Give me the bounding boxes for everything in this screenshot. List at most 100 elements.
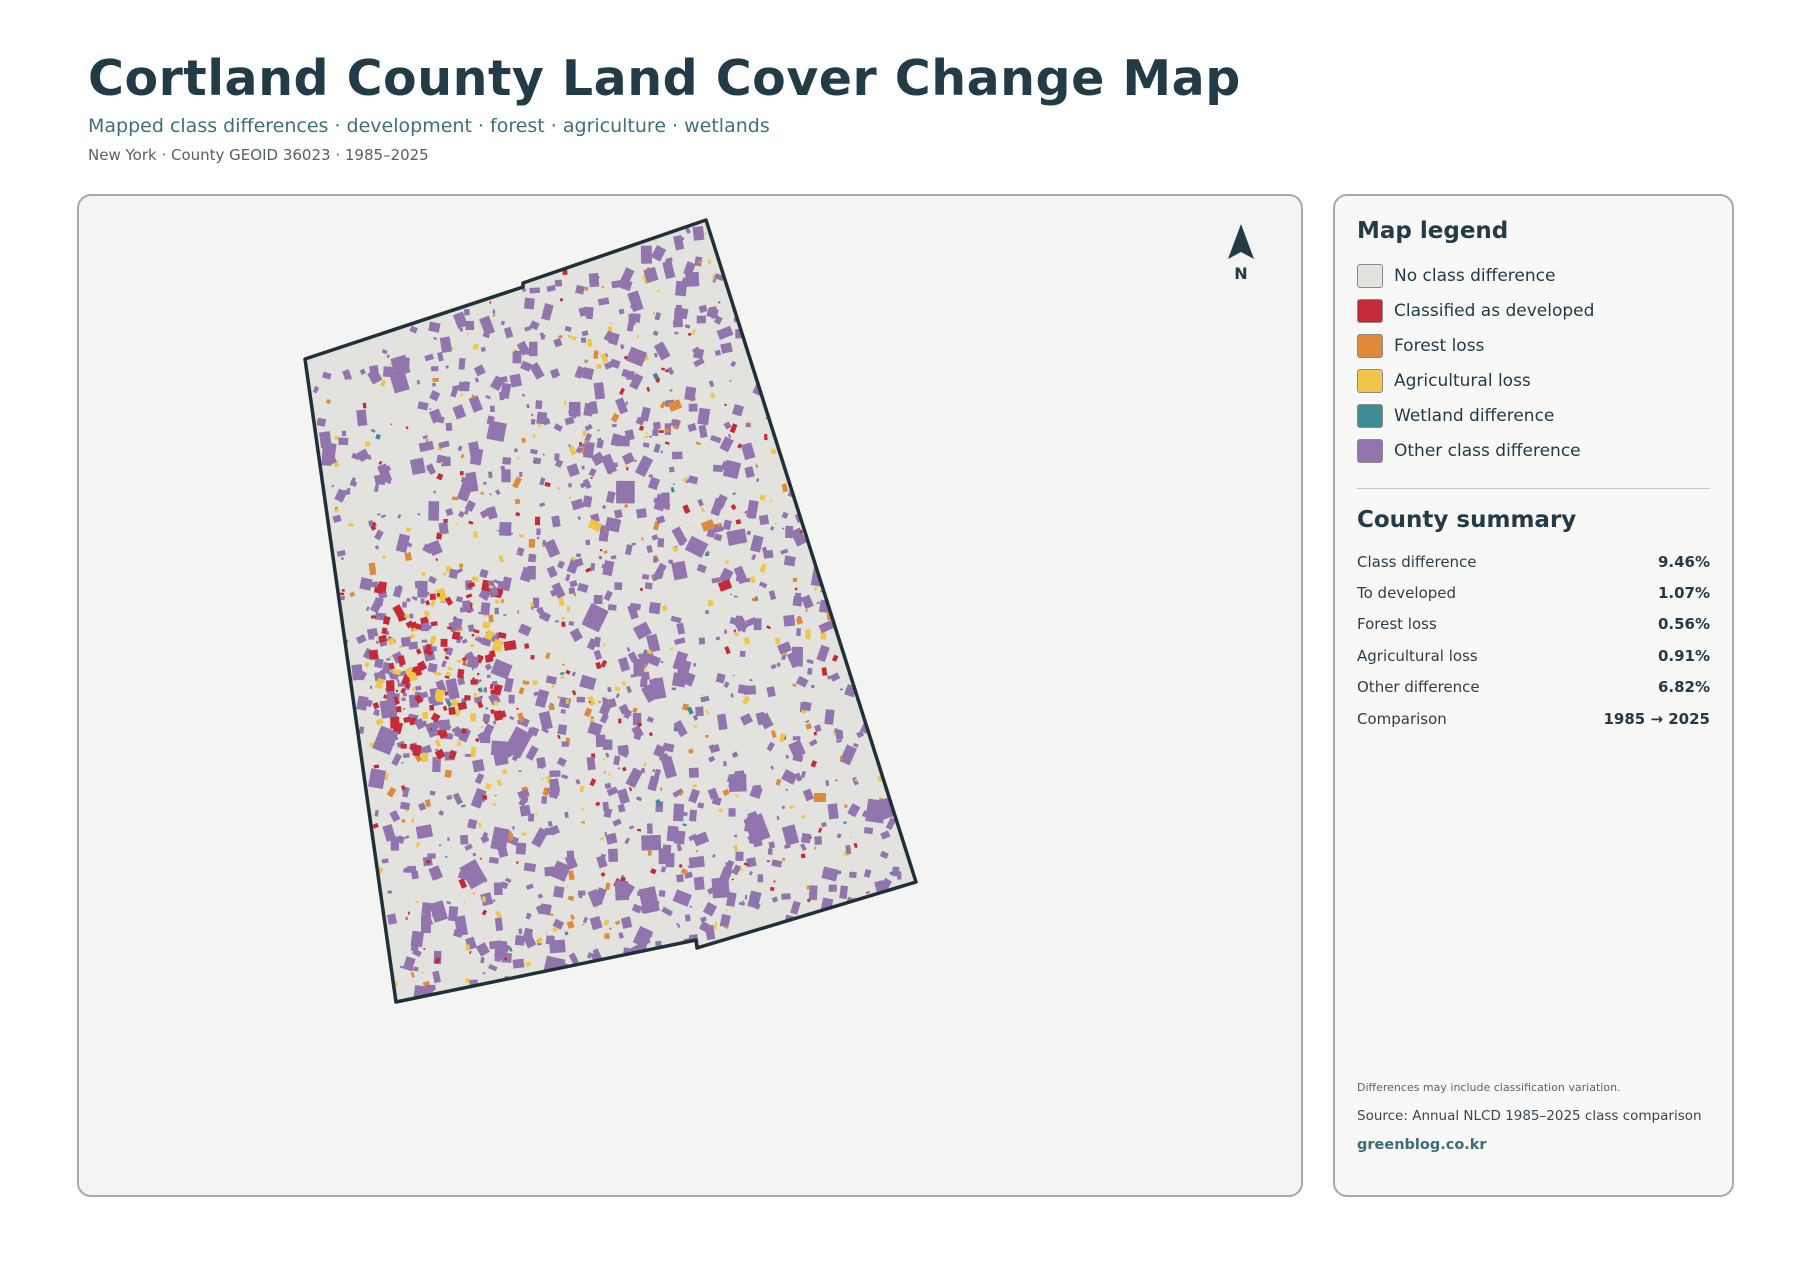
change-patch	[827, 675, 831, 680]
change-patch	[735, 851, 744, 861]
change-patch	[431, 646, 437, 652]
change-patch	[379, 699, 398, 719]
change-patch	[538, 423, 541, 427]
change-patch	[470, 713, 476, 722]
summary-title: County summary	[1357, 507, 1577, 533]
change-patch	[641, 834, 662, 851]
legend-swatch	[1357, 333, 1383, 358]
change-patch	[437, 730, 444, 736]
change-patch	[471, 758, 485, 773]
change-patch	[459, 471, 464, 476]
change-patch	[572, 557, 576, 561]
change-patch	[386, 680, 395, 692]
change-patch	[792, 577, 798, 582]
change-patch	[429, 408, 432, 410]
county-map[interactable]	[79, 196, 1303, 1197]
change-patch	[650, 575, 654, 578]
change-patch	[688, 855, 705, 869]
change-patch	[368, 768, 387, 790]
change-patch	[698, 637, 706, 645]
legend-title: Map legend	[1357, 218, 1509, 244]
change-patch	[813, 731, 817, 736]
side-panel: Map legend No class difference Classifie…	[1333, 194, 1734, 1197]
change-patch	[576, 696, 586, 703]
map-panel[interactable]: N	[77, 194, 1303, 1197]
change-patch	[318, 431, 332, 449]
site-link[interactable]: greenblog.co.kr	[1357, 1137, 1722, 1153]
change-patch	[785, 754, 789, 759]
change-patch	[626, 370, 635, 381]
change-patch	[429, 593, 436, 600]
change-patch	[421, 752, 429, 762]
change-patch	[693, 876, 705, 891]
change-patch	[426, 643, 430, 646]
change-patch	[743, 542, 746, 545]
change-patch	[728, 808, 736, 817]
change-patch	[527, 553, 537, 563]
change-patch	[516, 707, 519, 710]
change-patch	[530, 654, 535, 660]
change-patch	[676, 874, 684, 883]
summary-row-to-developed: To developed 1.07%	[1357, 584, 1710, 603]
change-patch	[576, 553, 581, 557]
change-patch	[445, 855, 448, 858]
change-patch	[645, 432, 649, 435]
change-patch	[545, 932, 548, 934]
change-patch	[561, 621, 566, 628]
change-patch	[628, 313, 636, 325]
change-patch	[784, 525, 794, 539]
change-patch	[666, 825, 679, 842]
change-patch	[614, 881, 630, 901]
change-patch	[640, 678, 648, 688]
change-patch	[503, 640, 517, 651]
change-patch	[684, 386, 697, 401]
change-patch	[745, 422, 751, 428]
change-patch	[581, 465, 585, 470]
change-patch	[688, 767, 699, 778]
change-patch	[482, 795, 488, 800]
change-patch	[739, 650, 746, 657]
change-patch	[827, 803, 839, 820]
change-patch	[395, 689, 399, 693]
change-patch	[669, 466, 675, 473]
change-patch	[504, 462, 509, 465]
change-patch	[465, 944, 471, 951]
change-patch	[403, 753, 410, 758]
change-patch	[754, 463, 757, 466]
change-patch	[582, 430, 587, 437]
change-patch	[514, 350, 517, 352]
change-patch	[658, 889, 666, 897]
change-patch	[528, 538, 536, 548]
change-patch	[452, 496, 459, 501]
change-patch	[456, 659, 462, 663]
change-patch	[806, 885, 811, 890]
county-summary: Class difference 9.46% To developed 1.07…	[1357, 546, 1710, 734]
change-patch	[460, 393, 464, 396]
change-patch	[757, 874, 764, 883]
change-patch	[411, 633, 414, 636]
change-patch	[805, 629, 811, 640]
change-patch	[461, 728, 467, 734]
change-patch	[401, 818, 406, 823]
change-patch	[635, 508, 648, 519]
change-patch	[677, 924, 681, 928]
change-patch	[548, 704, 555, 711]
change-patch	[687, 526, 689, 530]
change-patch	[647, 850, 652, 856]
change-patch	[791, 646, 804, 667]
change-patch	[486, 674, 491, 678]
change-patch	[448, 706, 456, 716]
change-patch	[373, 764, 380, 769]
change-patch	[514, 498, 521, 505]
change-patch	[758, 514, 770, 526]
change-patch	[462, 600, 471, 613]
change-patch	[568, 444, 571, 447]
change-patch	[529, 287, 541, 294]
change-patch	[494, 948, 505, 960]
change-patch	[789, 805, 795, 809]
change-patch	[377, 477, 386, 485]
change-patch	[642, 442, 650, 448]
change-patch	[377, 581, 387, 593]
change-patch	[447, 905, 459, 922]
change-patch	[410, 930, 425, 948]
